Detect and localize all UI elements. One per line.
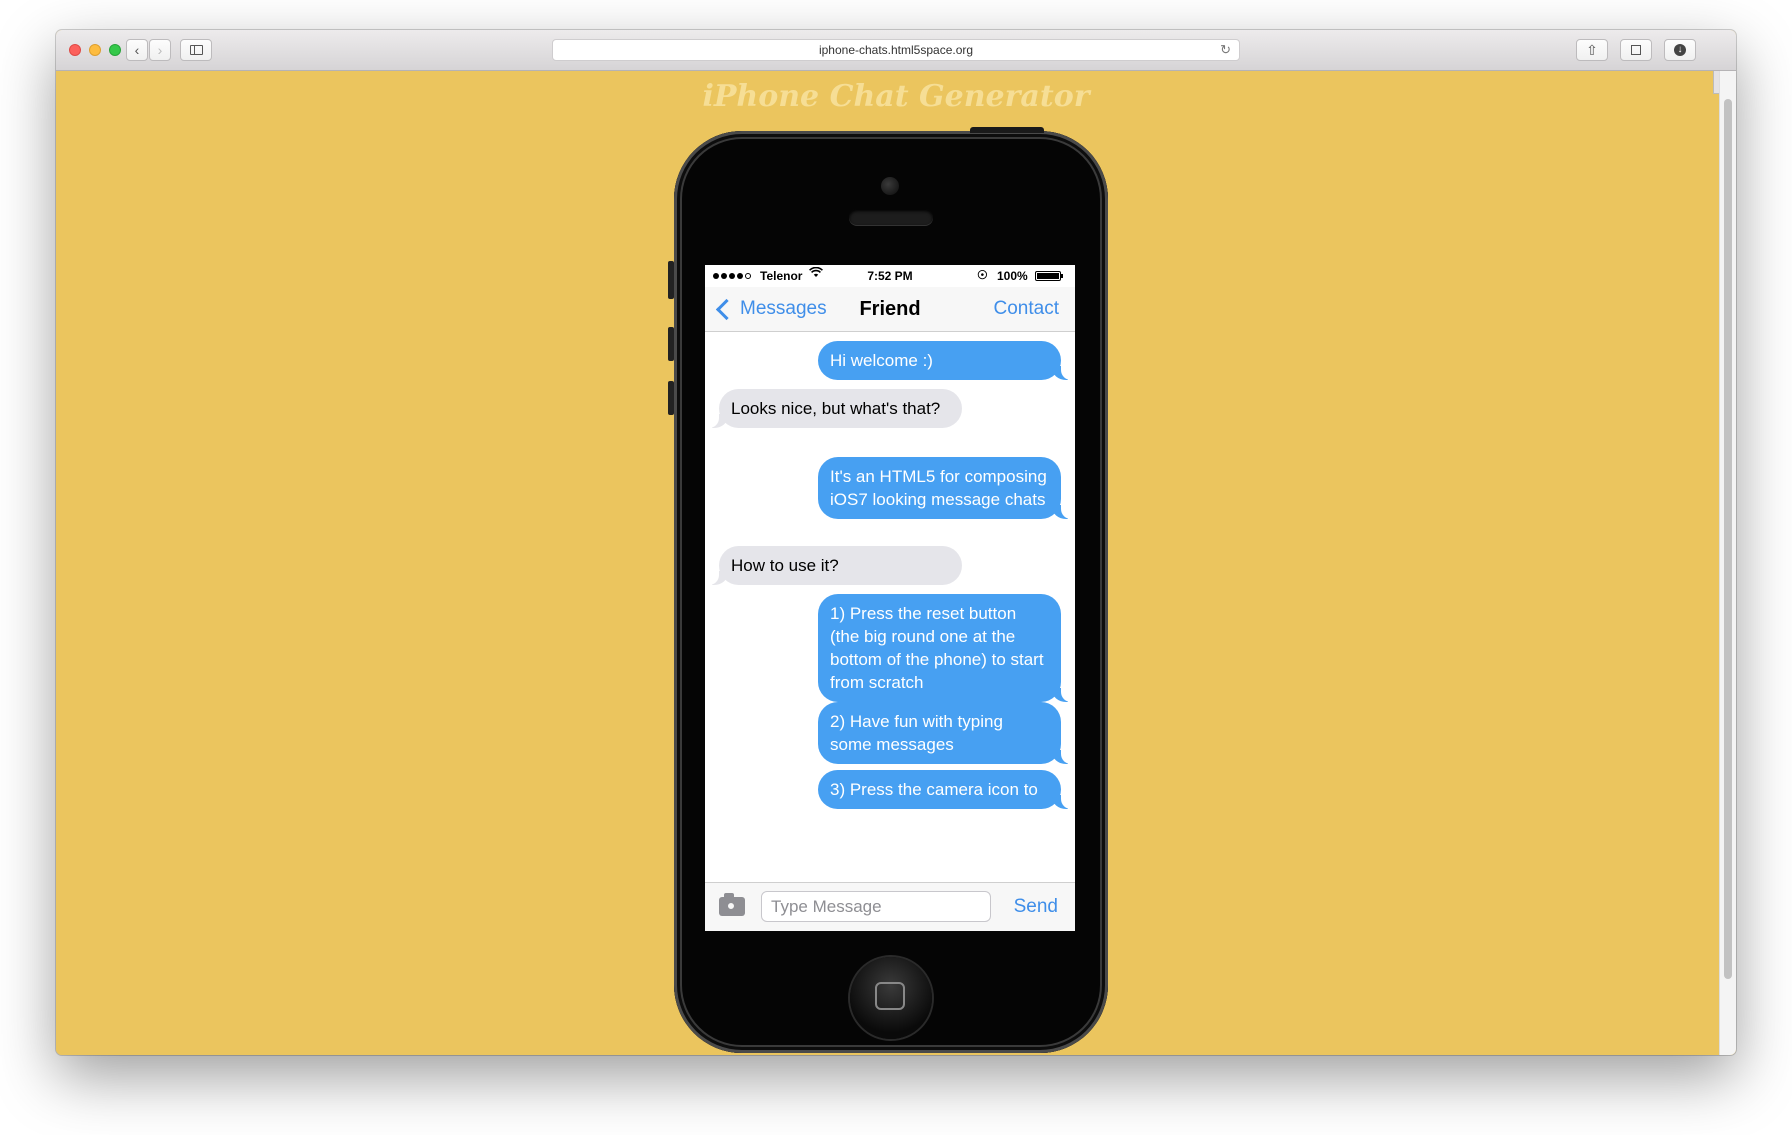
tabs-overview-button[interactable] xyxy=(1620,39,1652,61)
message-composer: Send xyxy=(705,882,1075,931)
status-bar: Telenor 7:52 PM ☉ 100% xyxy=(705,265,1075,287)
scrollbar-thumb[interactable] xyxy=(1724,99,1732,979)
message-bubble-outgoing[interactable]: 1) Press the reset button (the big round… xyxy=(818,594,1073,702)
front-camera xyxy=(881,177,899,195)
browser-toolbar: ‹ › iphone-chats.html5space.org ↻ ⇧ ↓ xyxy=(56,30,1736,71)
url-text: iphone-chats.html5space.org xyxy=(818,43,974,57)
phone-screen: Telenor 7:52 PM ☉ 100% Messages Friend C… xyxy=(705,265,1075,931)
sidebar-icon xyxy=(189,45,203,55)
message-bubble-outgoing[interactable]: 3) Press the camera icon to xyxy=(818,770,1073,809)
chevron-right-icon: › xyxy=(157,42,163,58)
downloads-button[interactable]: ↓ xyxy=(1664,39,1696,61)
minimize-window-button[interactable] xyxy=(89,44,101,56)
message-input[interactable] xyxy=(761,891,991,922)
share-icon: ⇧ xyxy=(1586,41,1598,58)
message-bubble-outgoing[interactable]: It's an HTML5 for composing iOS7 looking… xyxy=(818,457,1073,519)
tabs-icon xyxy=(1631,45,1641,55)
reload-icon[interactable]: ↻ xyxy=(1220,40,1231,60)
messages-nav-bar: Messages Friend Contact xyxy=(705,287,1075,332)
send-button[interactable]: Send xyxy=(1014,883,1058,931)
battery-level xyxy=(1037,273,1059,279)
power-button xyxy=(970,127,1044,133)
back-button[interactable]: ‹ xyxy=(126,39,148,61)
volume-down-button xyxy=(668,381,674,415)
volume-up-button xyxy=(668,327,674,361)
share-button[interactable]: ⇧ xyxy=(1576,39,1608,61)
message-bubble-outgoing[interactable]: Hi welcome :) xyxy=(818,341,1073,380)
home-reset-button[interactable] xyxy=(850,957,932,1039)
message-bubble-outgoing[interactable]: 2) Have fun with typing some messages xyxy=(818,702,1073,764)
browser-window: ‹ › iphone-chats.html5space.org ↻ ⇧ ↓ + … xyxy=(56,30,1736,1055)
message-thread[interactable]: Hi welcome :) Looks nice, but what's tha… xyxy=(705,332,1075,882)
forward-button[interactable]: › xyxy=(149,39,171,61)
battery-percentage: 100% xyxy=(997,269,1028,283)
home-square-icon xyxy=(875,982,905,1010)
address-bar[interactable]: iphone-chats.html5space.org ↻ xyxy=(552,39,1240,61)
chevron-left-icon: ‹ xyxy=(134,42,140,58)
close-window-button[interactable] xyxy=(69,44,81,56)
vertical-scrollbar[interactable] xyxy=(1719,71,1736,1055)
page-content: + iPhone Chat Generator Telenor 7:52 PM … xyxy=(56,71,1736,1055)
zoom-window-button[interactable] xyxy=(109,44,121,56)
sidebar-button[interactable] xyxy=(180,39,212,61)
contact-button[interactable]: Contact xyxy=(994,287,1059,331)
page-title: iPhone Chat Generator xyxy=(702,79,1090,114)
download-icon: ↓ xyxy=(1674,44,1686,56)
iphone-frame: Telenor 7:52 PM ☉ 100% Messages Friend C… xyxy=(668,127,1108,1053)
message-bubble-incoming[interactable]: How to use it? xyxy=(707,546,962,585)
battery-icon xyxy=(1035,271,1061,281)
earpiece-speaker xyxy=(849,209,933,225)
camera-icon[interactable] xyxy=(719,893,745,916)
mute-switch xyxy=(668,261,674,299)
rotation-lock-icon: ☉ xyxy=(977,268,988,282)
message-bubble-incoming[interactable]: Looks nice, but what's that? xyxy=(707,389,962,428)
battery-tip xyxy=(1061,274,1063,278)
